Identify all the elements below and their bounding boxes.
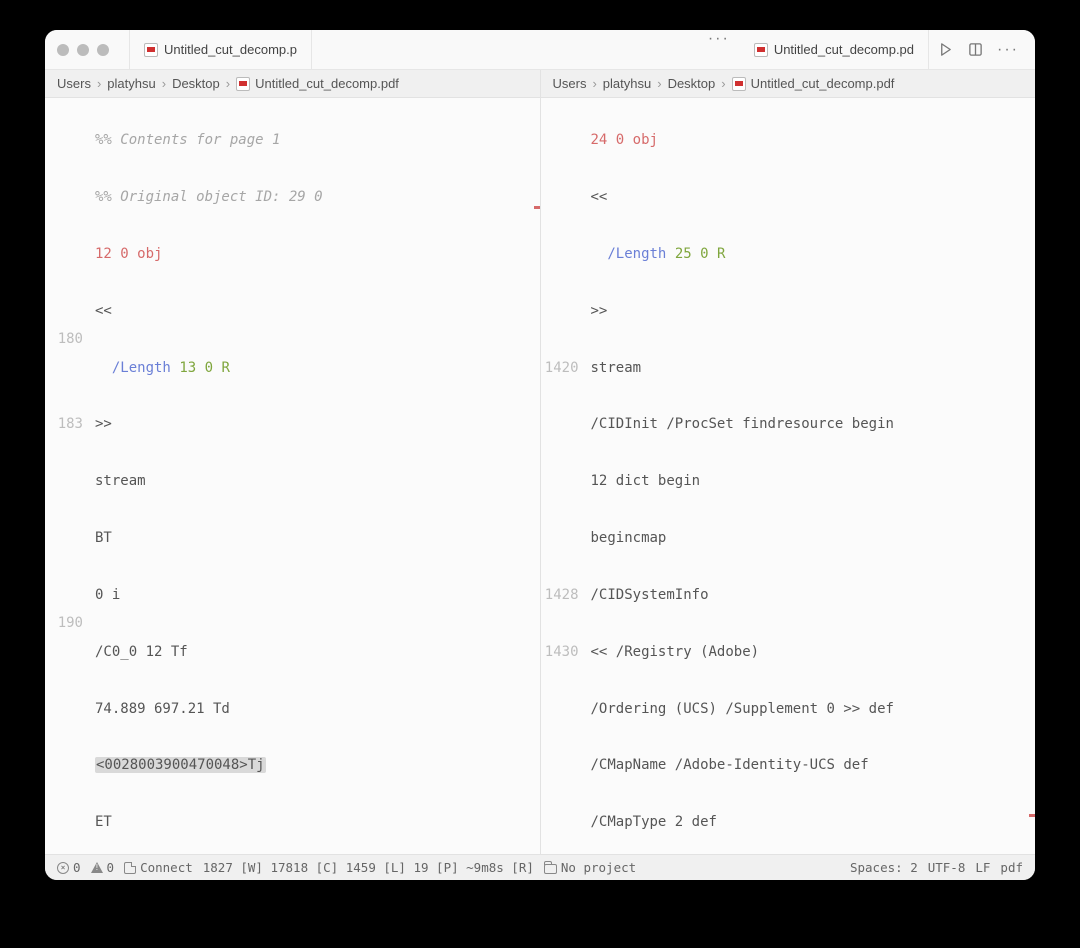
status-errors[interactable]: ×0 bbox=[57, 860, 81, 875]
code-line: 0 i bbox=[95, 587, 120, 603]
breadcrumb-left[interactable]: Users › platyhsu › Desktop › Untitled_cut_d… bbox=[45, 70, 541, 97]
code-right[interactable]: 24 0 obj << /Length 25 0 R >> stream /CI… bbox=[587, 98, 1036, 854]
error-icon: × bbox=[57, 862, 69, 874]
pdf-file-icon bbox=[236, 77, 250, 91]
status-encoding[interactable]: UTF-8 bbox=[928, 860, 966, 875]
code-line: %% Original object ID: 29 0 bbox=[95, 189, 323, 205]
disk-icon bbox=[124, 862, 136, 874]
status-metrics[interactable]: 1827 [W] 17818 [C] 1459 [L] 19 [P] ~9m8s… bbox=[203, 860, 534, 875]
folder-icon bbox=[544, 864, 557, 874]
minimap-mark bbox=[1029, 814, 1035, 817]
code-line: /C0_0 12 Tf bbox=[95, 644, 188, 660]
code-line: stream bbox=[95, 473, 146, 489]
titlebar: Untitled_cut_decomp.p ··· Untitled_cut_d… bbox=[45, 30, 1035, 70]
more-icon[interactable]: ··· bbox=[997, 41, 1019, 59]
warning-icon bbox=[91, 862, 103, 873]
code-line: %% Contents for page 1 bbox=[95, 132, 280, 148]
code-line: ET bbox=[95, 814, 112, 830]
code-line: BT bbox=[95, 530, 112, 546]
status-connect[interactable]: Connect bbox=[124, 860, 193, 875]
tabs: Untitled_cut_decomp.p ··· Untitled_cut_d… bbox=[117, 30, 929, 69]
code-token: /Length bbox=[112, 360, 171, 376]
code-line: stream bbox=[591, 360, 642, 376]
run-icon[interactable] bbox=[937, 42, 953, 58]
editor-split: 180 183 190 %% Contents for page 1 %% Or… bbox=[45, 98, 1035, 854]
line-number: 1428 bbox=[541, 581, 579, 609]
status-bar: ×0 0 Connect 1827 [W] 17818 [C] 1459 [L]… bbox=[45, 854, 1035, 880]
crumb-seg: platyhsu bbox=[107, 76, 155, 91]
code-line: begincmap bbox=[591, 530, 667, 546]
crumb-seg: Desktop bbox=[172, 76, 220, 91]
crumb-file: Untitled_cut_decomp.pdf bbox=[732, 76, 895, 91]
chevron-right-icon: › bbox=[721, 76, 725, 91]
code-line: /CIDInit /ProcSet findresource begin bbox=[591, 416, 894, 432]
chevron-right-icon: › bbox=[97, 76, 101, 91]
chevron-right-icon: › bbox=[162, 76, 166, 91]
code-line: 74.889 697.21 Td bbox=[95, 701, 230, 717]
chevron-right-icon: › bbox=[226, 76, 230, 91]
code-line: 12 dict begin bbox=[591, 473, 701, 489]
code-line: << bbox=[95, 303, 112, 319]
crumb-file: Untitled_cut_decomp.pdf bbox=[236, 76, 399, 91]
chevron-right-icon: › bbox=[592, 76, 596, 91]
editor-pane-right[interactable]: 1420 1428 1430 24 0 obj << /Length 25 0 … bbox=[540, 98, 1036, 854]
gutter-right: 1420 1428 1430 bbox=[541, 98, 587, 854]
tab-right-label: Untitled_cut_decomp.pd bbox=[774, 42, 914, 57]
code-line-highlight: <0028003900470048>Tj bbox=[95, 757, 266, 773]
close-light[interactable] bbox=[57, 44, 69, 56]
chevron-right-icon: › bbox=[657, 76, 661, 91]
tab-right[interactable]: Untitled_cut_decomp.pd bbox=[740, 30, 929, 69]
code-line: /Ordering (UCS) /Supplement 0 >> def bbox=[591, 701, 894, 717]
code-token: 13 0 R bbox=[179, 360, 230, 376]
code-line: >> bbox=[95, 416, 112, 432]
tab-spacer bbox=[312, 30, 698, 69]
editor-window: Untitled_cut_decomp.p ··· Untitled_cut_d… bbox=[45, 30, 1035, 880]
titlebar-actions: ··· bbox=[937, 41, 1023, 59]
split-icon[interactable] bbox=[967, 42, 983, 58]
code-line: /CMapType 2 def bbox=[591, 814, 717, 830]
code-line: 24 0 obj bbox=[591, 132, 658, 148]
editor-pane-left[interactable]: 180 183 190 %% Contents for page 1 %% Or… bbox=[45, 98, 540, 854]
breadcrumb-bar: Users › platyhsu › Desktop › Untitled_cut_d… bbox=[45, 70, 1035, 98]
crumb-seg: Users bbox=[57, 76, 91, 91]
code-token: 25 0 R bbox=[675, 246, 726, 262]
code-line: /CMapName /Adobe-Identity-UCS def bbox=[591, 757, 869, 773]
status-warnings[interactable]: 0 bbox=[91, 860, 115, 875]
code-line: /CIDSystemInfo bbox=[591, 587, 709, 603]
code-line: << bbox=[591, 189, 608, 205]
status-lang[interactable]: pdf bbox=[1000, 860, 1023, 875]
code-left[interactable]: %% Contents for page 1 %% Original objec… bbox=[91, 98, 540, 854]
status-project[interactable]: No project bbox=[544, 860, 636, 875]
crumb-seg: Users bbox=[553, 76, 587, 91]
line-number: 183 bbox=[45, 410, 83, 438]
line-number: 1420 bbox=[541, 354, 579, 382]
minimize-light[interactable] bbox=[77, 44, 89, 56]
crumb-seg: Desktop bbox=[668, 76, 716, 91]
code-line: << /Registry (Adobe) bbox=[591, 644, 760, 660]
zoom-light[interactable] bbox=[97, 44, 109, 56]
line-number: 190 bbox=[45, 609, 83, 637]
tab-left-label: Untitled_cut_decomp.p bbox=[164, 42, 297, 57]
pdf-file-icon bbox=[144, 43, 158, 57]
code-line: 12 0 obj bbox=[95, 246, 162, 262]
crumb-seg: platyhsu bbox=[603, 76, 651, 91]
pdf-file-icon bbox=[754, 43, 768, 57]
status-spaces[interactable]: Spaces: 2 bbox=[850, 860, 918, 875]
tab-left[interactable]: Untitled_cut_decomp.p bbox=[129, 30, 312, 69]
code-token: /Length bbox=[607, 246, 666, 262]
line-number: 1430 bbox=[541, 638, 579, 666]
breadcrumb-right[interactable]: Users › platyhsu › Desktop › Untitled_cut_d… bbox=[541, 70, 1036, 97]
pdf-file-icon bbox=[732, 77, 746, 91]
tab-overflow-icon[interactable]: ··· bbox=[698, 30, 740, 69]
window-controls bbox=[57, 44, 109, 56]
status-eol[interactable]: LF bbox=[975, 860, 990, 875]
line-number: 180 bbox=[45, 325, 83, 353]
code-line: >> bbox=[591, 303, 608, 319]
gutter-left: 180 183 190 bbox=[45, 98, 91, 854]
